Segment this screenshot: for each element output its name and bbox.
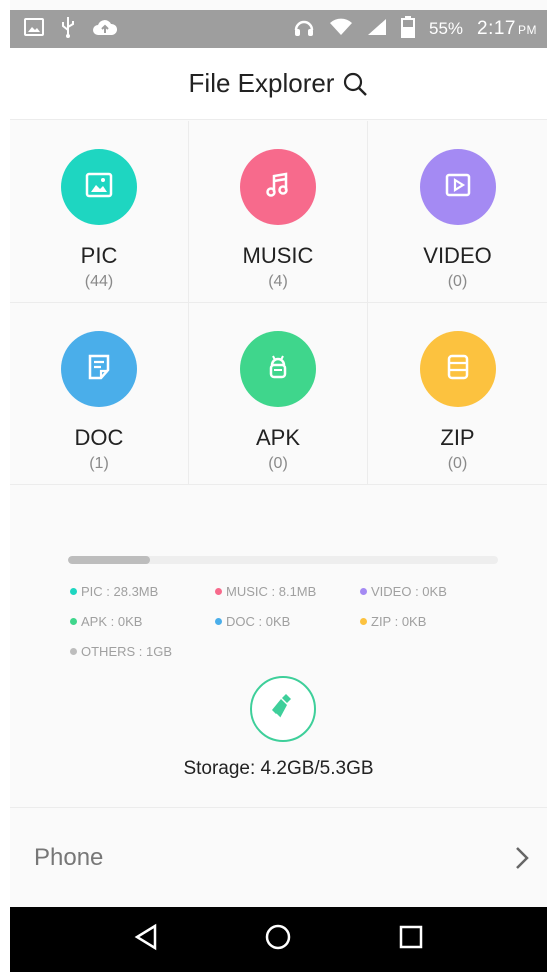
category-count: (0) — [447, 455, 468, 472]
system-nav-bar — [10, 907, 547, 972]
storage-summary: Storage: 4.2GB/5.3GB — [183, 758, 374, 779]
cloud-upload-icon — [92, 18, 118, 41]
storage-legend: PIC : 28.3MB MUSIC : 8.1MB VIDEO : 0KB A… — [70, 582, 510, 660]
category-label: DOC — [74, 425, 124, 450]
app-header: File Explorer — [10, 48, 547, 120]
category-zip[interactable]: ZIP (0) — [368, 303, 547, 485]
back-triangle-icon — [133, 923, 159, 956]
category-label: MUSIC — [242, 243, 314, 268]
wifi-icon — [329, 18, 353, 41]
category-music[interactable]: MUSIC (4) — [189, 121, 368, 303]
legend-dot — [215, 587, 222, 595]
broom-icon — [266, 690, 300, 729]
clock: 2:17 PM — [477, 18, 537, 40]
legend-dot — [215, 617, 222, 625]
legend-item-pic: PIC : 28.3MB — [70, 582, 215, 600]
clock-time: 2:17 — [477, 18, 516, 39]
category-label: APK — [255, 425, 301, 450]
category-count: (1) — [89, 455, 109, 472]
legend-label: APK : 0KB — [81, 613, 143, 629]
category-icon-circle — [61, 149, 137, 225]
legend-label: DOC : 0KB — [226, 613, 291, 629]
music-note-icon — [263, 170, 293, 205]
legend-item-music: MUSIC : 8.1MB — [215, 582, 360, 600]
archive-icon — [443, 352, 473, 387]
category-count: (44) — [84, 273, 114, 290]
document-icon — [84, 352, 114, 387]
headphones-icon — [293, 16, 315, 43]
phone-label: Phone — [34, 843, 104, 871]
legend-label: MUSIC : 8.1MB — [226, 583, 317, 599]
usb-icon — [60, 16, 76, 43]
recents-square-icon — [398, 924, 424, 955]
search-icon[interactable] — [342, 71, 368, 97]
category-icon-circle — [419, 331, 496, 407]
home-circle-icon — [264, 923, 292, 956]
legend-dot — [70, 587, 77, 595]
cell-signal-icon — [367, 18, 387, 41]
legend-dot — [70, 617, 77, 625]
legend-dot — [70, 647, 77, 655]
category-label: VIDEO — [423, 243, 492, 268]
storage-section: PIC : 28.3MB MUSIC : 8.1MB VIDEO : 0KB A… — [10, 486, 547, 806]
page-title: File Explorer — [188, 68, 335, 98]
status-bar: 55% 2:17 PM — [10, 10, 547, 48]
legend-item-doc: DOC : 0KB — [215, 612, 360, 630]
storage-usage-bar — [68, 556, 498, 564]
battery-percent: 55% — [428, 19, 464, 38]
image-icon — [84, 170, 114, 205]
category-pic[interactable]: PIC (44) — [10, 121, 189, 303]
category-icon-circle — [240, 149, 316, 225]
phone-storage-row[interactable]: Phone — [10, 807, 547, 907]
legend-item-apk: APK : 0KB — [70, 612, 215, 630]
legend-dot — [360, 617, 367, 625]
battery-icon — [400, 15, 415, 43]
legend-item-others: OTHERS : 1GB — [70, 642, 215, 660]
category-label: PIC — [80, 243, 118, 268]
chevron-right-icon — [513, 845, 531, 871]
category-doc[interactable]: DOC (1) — [10, 303, 189, 485]
category-apk[interactable]: APK (0) — [189, 303, 368, 485]
legend-item-video: VIDEO : 0KB — [360, 582, 505, 600]
legend-label: ZIP : 0KB — [371, 613, 427, 629]
category-count: (0) — [268, 455, 288, 472]
clock-ampm: PM — [518, 23, 537, 37]
category-grid: PIC (44) MUSIC (4) VIDEO (0) DOC (1) APK… — [10, 121, 547, 485]
gallery-notification-icon — [24, 17, 44, 41]
storage-usage-fill — [68, 556, 150, 564]
category-count: (4) — [268, 273, 288, 290]
legend-item-zip: ZIP : 0KB — [360, 612, 505, 630]
clean-storage-button[interactable] — [250, 676, 316, 742]
legend-label: OTHERS : 1GB — [81, 643, 173, 659]
home-button[interactable] — [258, 920, 298, 960]
category-label: ZIP — [440, 425, 475, 450]
category-video[interactable]: VIDEO (0) — [368, 121, 547, 303]
back-button[interactable] — [126, 920, 166, 960]
category-icon-circle — [61, 331, 137, 407]
category-icon-circle — [240, 331, 316, 407]
category-icon-circle — [419, 149, 496, 225]
legend-label: VIDEO : 0KB — [371, 583, 447, 599]
legend-label: PIC : 28.3MB — [81, 583, 159, 599]
legend-dot — [360, 587, 367, 595]
android-icon — [263, 352, 293, 387]
recents-button[interactable] — [391, 920, 431, 960]
category-count: (0) — [447, 273, 468, 290]
play-icon — [443, 170, 473, 205]
